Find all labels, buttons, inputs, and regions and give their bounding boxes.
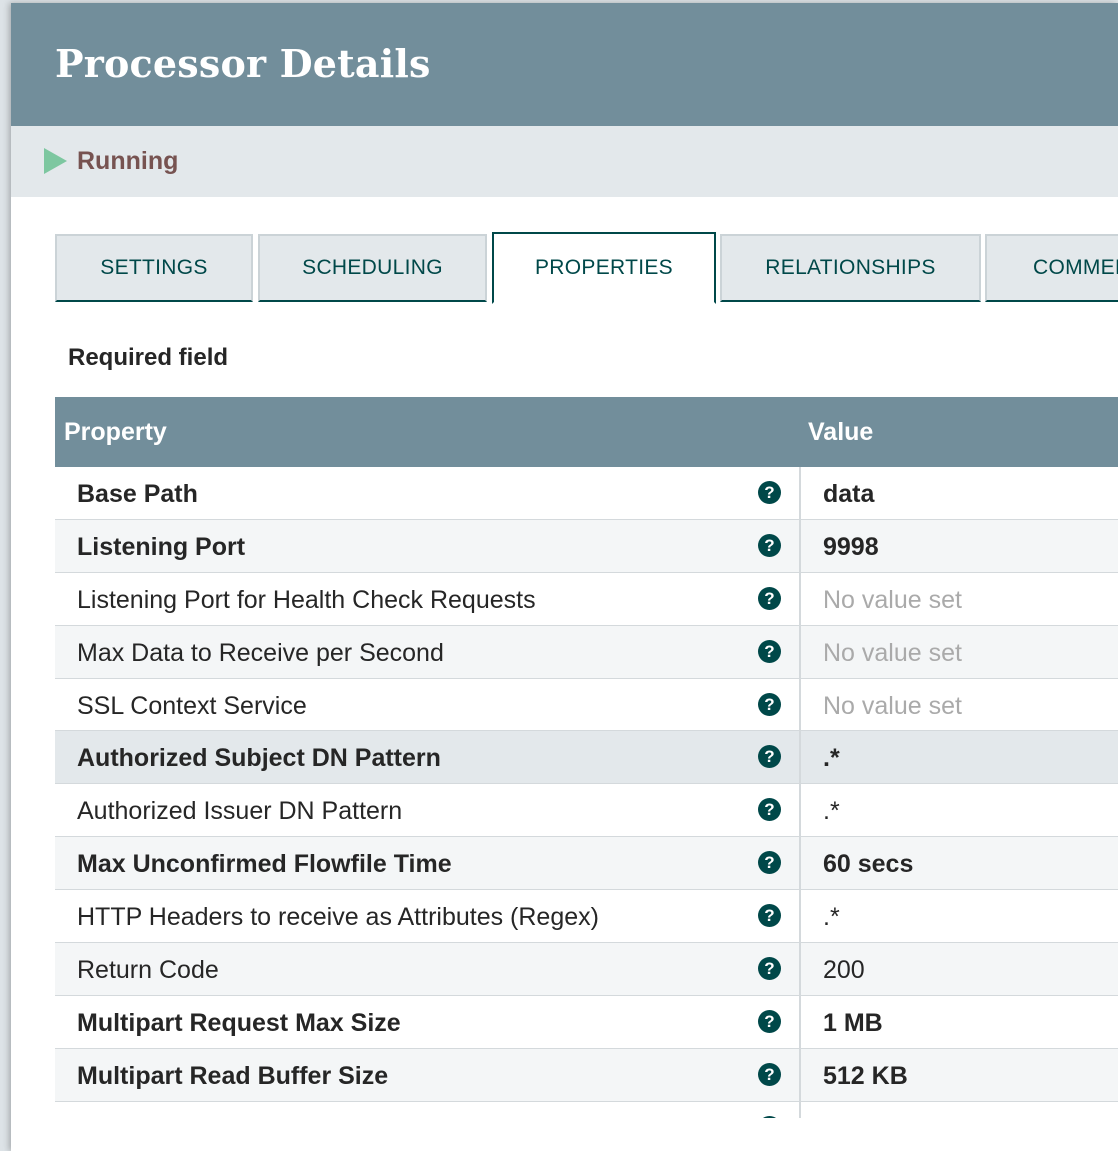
property-value[interactable]: .* [823, 744, 840, 773]
property-value[interactable]: No value set [823, 639, 962, 668]
column-divider [799, 1048, 801, 1101]
tab-scheduling[interactable]: SCHEDULING [258, 234, 487, 302]
column-divider [799, 625, 801, 678]
question-circle-icon[interactable]: ? [758, 1115, 781, 1118]
table-header: Property Value [55, 397, 1118, 467]
property-name: Maximum Thread Pool Size [77, 1115, 401, 1118]
tab-label: PROPERTIES [535, 256, 673, 279]
tab-label: RELATIONSHIPS [765, 256, 936, 279]
table-row[interactable]: Return Code? 200 [55, 943, 1118, 996]
table-row[interactable]: Base Path? data [55, 467, 1118, 520]
table-row[interactable]: SSL Context Service? No value set [55, 678, 1118, 732]
table-row[interactable]: Max Data to Receive per Second? No value … [55, 625, 1118, 679]
property-name: Base Path [77, 480, 198, 508]
tab-label: COMMENTS [1033, 256, 1118, 279]
running-icon [44, 148, 67, 174]
table-row[interactable]: Authorized Issuer DN Pattern? .* [55, 784, 1118, 838]
question-circle-icon[interactable]: ? [758, 957, 781, 981]
dialog-header: Processor Details [11, 3, 1118, 126]
table-row[interactable]: HTTP Headers to receive as Attributes (R… [55, 890, 1118, 944]
property-name: Max Unconfirmed Flowfile Time [77, 850, 452, 879]
table-row[interactable]: Authorized Subject DN Pattern? .* [55, 731, 1118, 785]
processor-details-dialog: Processor Details Running SETTINGS SCHED… [11, 3, 1118, 1151]
column-divider [799, 837, 801, 890]
question-circle-icon[interactable]: ? [758, 1062, 781, 1086]
status-bar: Running [11, 126, 1118, 197]
table-row[interactable]: Listening Port? 9998 [55, 519, 1118, 573]
tab-label: SETTINGS [100, 256, 208, 279]
column-divider [799, 1101, 801, 1118]
property-value[interactable]: data [823, 480, 874, 509]
tab-properties[interactable]: PROPERTIES [492, 232, 716, 304]
property-value[interactable]: No value set [823, 692, 962, 721]
property-value[interactable]: 9998 [823, 533, 879, 562]
tab-relationships[interactable]: RELATIONSHIPS [720, 234, 981, 302]
question-circle-icon[interactable]: ? [758, 481, 781, 504]
required-field-legend: Required field [68, 344, 229, 371]
column-header-value: Value [808, 418, 874, 446]
property-value[interactable]: 1 MB [823, 1009, 883, 1038]
property-value[interactable]: 512 KB [823, 1062, 908, 1091]
property-value[interactable]: 60 secs [823, 850, 913, 879]
property-name: Listening Port for Health Check Requests [77, 585, 536, 614]
property-name: Max Data to Receive per Second [77, 638, 444, 667]
properties-table: Property Value Base Path? data Listening P… [55, 397, 1118, 1118]
tab-comments[interactable]: COMMENTS [985, 234, 1118, 302]
property-name: Listening Port [77, 532, 246, 561]
property-value[interactable]: .* [823, 797, 840, 826]
property-value[interactable]: 200 [823, 956, 865, 985]
tab-label: SCHEDULING [302, 256, 443, 279]
tab-bar: SETTINGS SCHEDULING PROPERTIES RELATIONS… [55, 232, 1118, 304]
column-divider [799, 943, 801, 995]
property-value[interactable]: No value set [823, 586, 962, 615]
column-divider [799, 678, 801, 731]
question-circle-icon[interactable]: ? [758, 904, 781, 928]
table-row[interactable]: Multipart Request Max Size? 1 MB [55, 995, 1118, 1049]
column-divider [799, 731, 801, 784]
column-divider [799, 519, 801, 572]
property-name: HTTP Headers to receive as Attributes (R… [77, 903, 599, 932]
question-circle-icon[interactable]: ? [758, 586, 781, 610]
property-name: Authorized Issuer DN Pattern [77, 797, 403, 826]
table-row[interactable]: Maximum Thread Pool Size? 200 [55, 1101, 1118, 1118]
property-name: SSL Context Service [77, 691, 307, 720]
property-name: Authorized Subject DN Pattern [77, 744, 441, 773]
table-row[interactable]: Multipart Read Buffer Size? 512 KB [55, 1048, 1118, 1102]
column-header-property: Property [64, 418, 167, 446]
table-body: Base Path? data Listening Port? 9998 Listeni… [55, 467, 1118, 1118]
column-divider [799, 995, 801, 1048]
question-circle-icon[interactable]: ? [758, 745, 781, 769]
property-name: Multipart Read Buffer Size [77, 1061, 389, 1090]
column-divider [799, 467, 801, 519]
question-circle-icon[interactable]: ? [758, 639, 781, 663]
column-divider [799, 784, 801, 837]
status-text: Running [77, 147, 179, 175]
question-circle-icon[interactable]: ? [758, 851, 781, 875]
table-row[interactable]: Listening Port for Health Check Requests… [55, 572, 1118, 626]
question-circle-icon[interactable]: ? [758, 798, 781, 822]
tab-settings[interactable]: SETTINGS [55, 234, 253, 302]
dialog-title: Processor Details [55, 41, 431, 86]
question-circle-icon[interactable]: ? [758, 1009, 781, 1033]
column-divider [799, 572, 801, 625]
question-circle-icon[interactable]: ? [758, 533, 781, 557]
table-row[interactable]: Max Unconfirmed Flowfile Time? 60 secs [55, 837, 1118, 891]
property-value[interactable]: .* [823, 903, 840, 932]
property-name: Return Code [77, 956, 219, 985]
property-value[interactable]: 200 [823, 1115, 865, 1118]
question-circle-icon[interactable]: ? [758, 692, 781, 716]
column-divider [799, 890, 801, 943]
property-name: Multipart Request Max Size [77, 1008, 401, 1037]
